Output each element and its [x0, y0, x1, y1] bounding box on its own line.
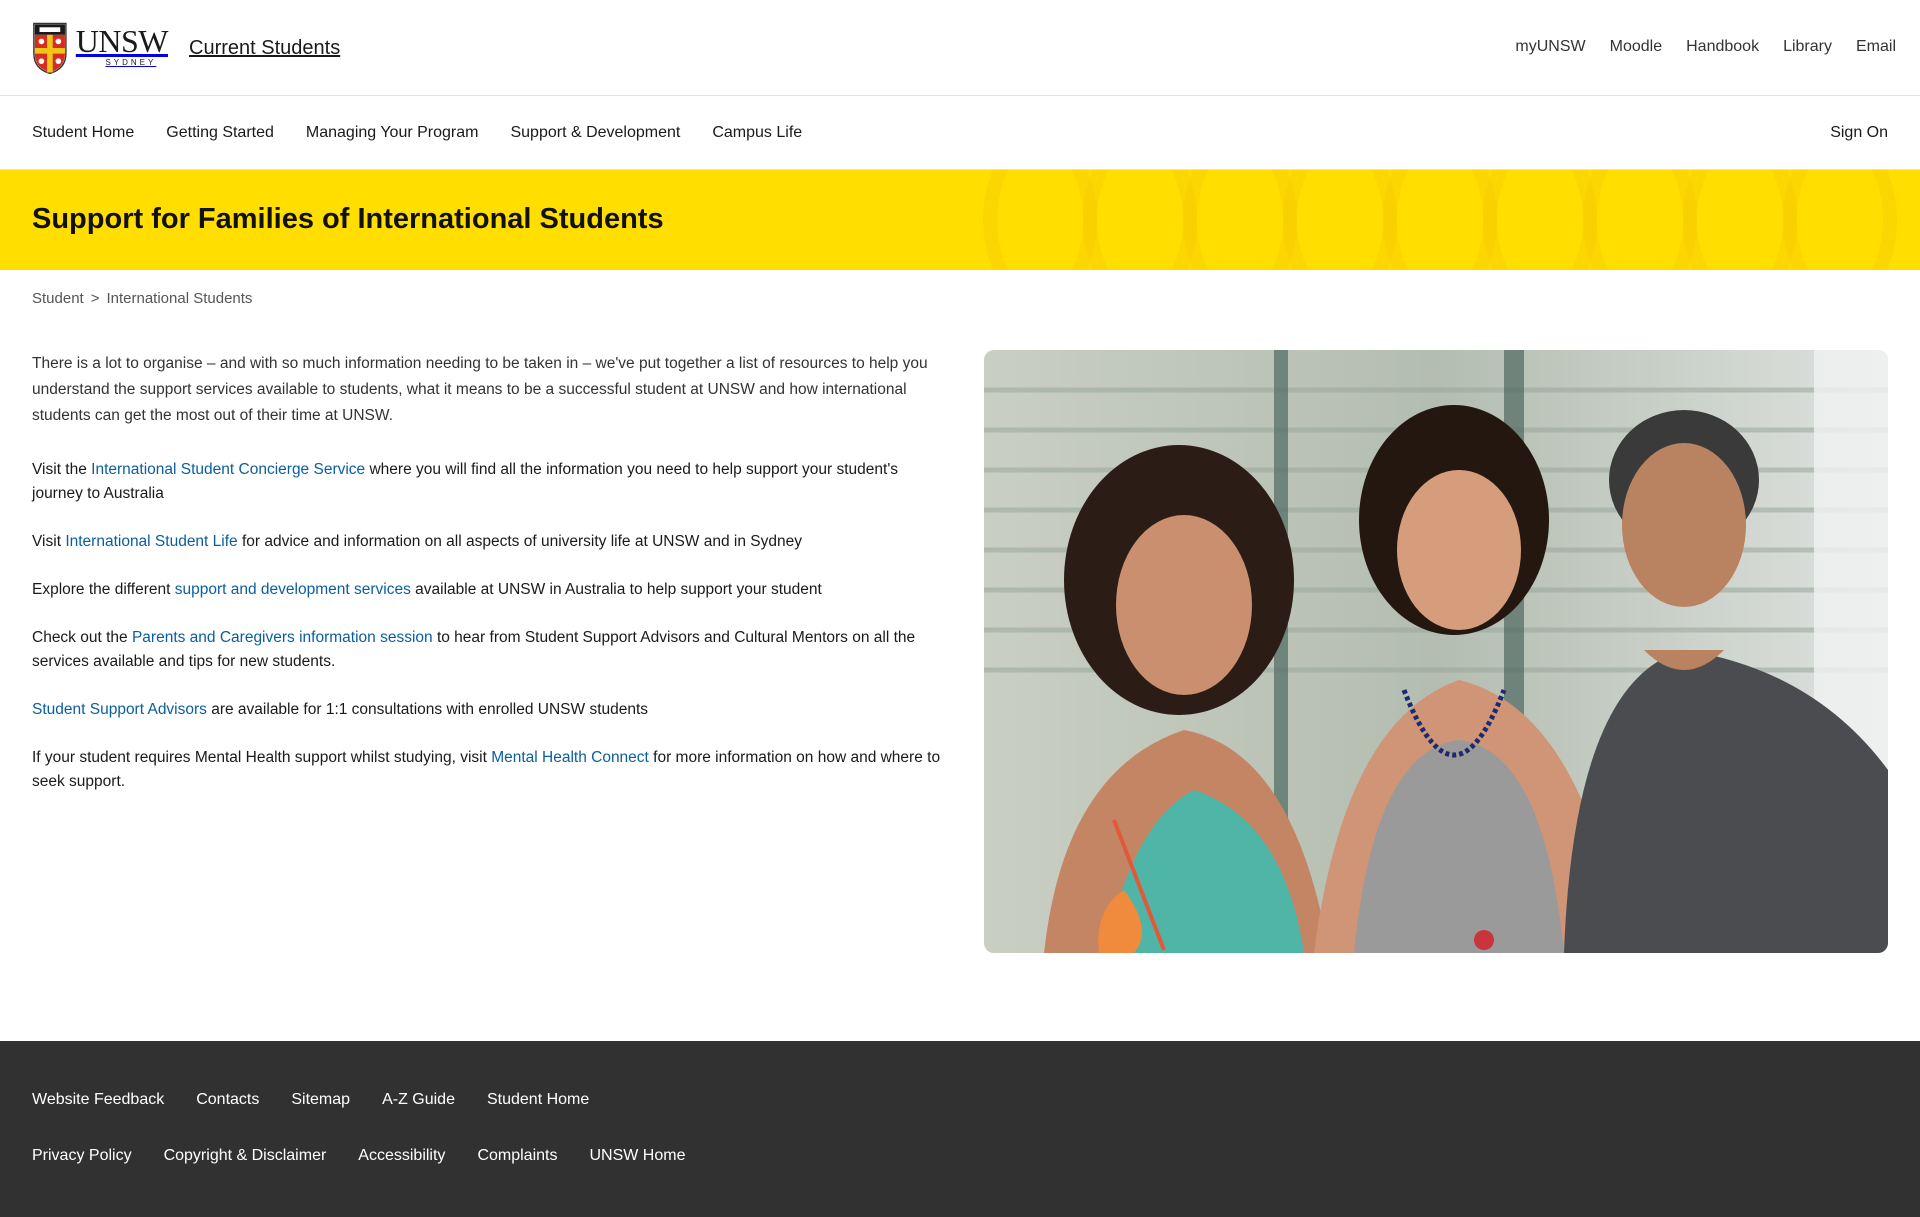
unsw-wordmark: UNSW SYDNEY: [75, 23, 169, 67]
paragraph-support-advisors: Student Support Advisors are available f…: [32, 698, 942, 722]
nav-item-campus-life[interactable]: Campus Life: [712, 124, 802, 142]
logo-subtext: SYDNEY: [105, 58, 157, 67]
paragraph-text: Check out the: [32, 629, 132, 646]
footer-link-sitemap[interactable]: Sitemap: [291, 1091, 350, 1109]
utility-link-myunsw[interactable]: myUNSW: [1515, 38, 1585, 56]
utility-link-handbook[interactable]: Handbook: [1686, 38, 1759, 56]
footer-link-contacts[interactable]: Contacts: [196, 1091, 259, 1109]
link-international-student-concierge-service[interactable]: International Student Concierge Service: [91, 461, 365, 478]
footer-links-primary: Website Feedback Contacts Sitemap A-Z Gu…: [32, 1091, 589, 1109]
link-parents-caregivers-info-session[interactable]: Parents and Caregivers information sessi…: [132, 629, 433, 646]
nav-item-support-development[interactable]: Support & Development: [510, 124, 680, 142]
site-title[interactable]: Current Students: [189, 37, 340, 60]
unsw-logo[interactable]: UNSW SYDNEY: [32, 20, 169, 78]
sign-on-link[interactable]: Sign On: [1830, 124, 1888, 142]
paragraph-concierge: Visit the International Student Concierg…: [32, 458, 942, 506]
footer-link-complaints[interactable]: Complaints: [477, 1147, 557, 1165]
family-photo: [984, 350, 1888, 953]
site-footer: Website Feedback Contacts Sitemap A-Z Gu…: [0, 1041, 1920, 1217]
breadcrumb-item-international-students[interactable]: International Students: [106, 290, 252, 307]
paragraph-mental-health: If your student requires Mental Health s…: [32, 746, 942, 794]
paragraph-student-life: Visit International Student Life for adv…: [32, 530, 942, 554]
nav-item-student-home[interactable]: Student Home: [32, 124, 134, 142]
paragraph-support-services: Explore the different support and develo…: [32, 578, 942, 602]
paragraph-text: Explore the different: [32, 581, 175, 598]
paragraph-info-session: Check out the Parents and Caregivers inf…: [32, 626, 942, 674]
footer-link-accessibility[interactable]: Accessibility: [358, 1147, 445, 1165]
nav-item-managing-your-program[interactable]: Managing Your Program: [306, 124, 479, 142]
footer-link-student-home[interactable]: Student Home: [487, 1091, 589, 1109]
footer-links-secondary: Privacy Policy Copyright & Disclaimer Ac…: [32, 1147, 685, 1165]
footer-link-unsw-home[interactable]: UNSW Home: [589, 1147, 685, 1165]
paragraph-text: are available for 1:1 consultations with…: [206, 701, 649, 718]
breadcrumb-item-student[interactable]: Student: [32, 290, 84, 307]
page-title: Support for Families of International St…: [32, 203, 664, 235]
utility-nav: myUNSW Moodle Handbook Library Email: [1515, 38, 1896, 56]
utility-link-moodle[interactable]: Moodle: [1610, 38, 1662, 56]
utility-link-library[interactable]: Library: [1783, 38, 1832, 56]
link-international-student-life[interactable]: International Student Life: [65, 533, 237, 550]
breadcrumb: Student > International Students: [32, 290, 252, 307]
link-mental-health-connect[interactable]: Mental Health Connect: [491, 749, 649, 766]
unsw-crest-icon: [33, 22, 67, 75]
footer-link-copyright-disclaimer[interactable]: Copyright & Disclaimer: [164, 1147, 327, 1165]
paragraph-text: If your student requires Mental Health s…: [32, 749, 492, 766]
footer-link-privacy-policy[interactable]: Privacy Policy: [32, 1147, 132, 1165]
footer-link-website-feedback[interactable]: Website Feedback: [32, 1091, 164, 1109]
page-banner: Support for Families of International St…: [0, 170, 1920, 270]
site-header: UNSW SYDNEY Current Students myUNSW Mood…: [0, 0, 1920, 96]
link-student-support-advisors[interactable]: Student Support Advisors: [32, 701, 207, 718]
nav-item-getting-started[interactable]: Getting Started: [166, 124, 274, 142]
main-nav: Student Home Getting Started Managing Yo…: [0, 97, 1920, 170]
link-support-and-development-services[interactable]: support and development services: [175, 581, 411, 598]
main-content: There is a lot to organise – and with so…: [32, 351, 942, 818]
main-nav-list: Student Home Getting Started Managing Yo…: [32, 124, 802, 142]
paragraph-text: Visit the: [32, 461, 92, 478]
family-photo-illustration: [984, 350, 1888, 953]
footer-link-az-guide[interactable]: A-Z Guide: [382, 1091, 455, 1109]
breadcrumb-separator: >: [90, 290, 100, 307]
paragraph-text: Visit: [32, 533, 66, 550]
paragraph-text: for advice and information on all aspect…: [237, 533, 802, 550]
logo-text: UNSW: [75, 23, 169, 59]
paragraph-text: available at UNSW in Australia to help s…: [410, 581, 822, 598]
intro-paragraph: There is a lot to organise – and with so…: [32, 355, 928, 424]
utility-link-email[interactable]: Email: [1856, 38, 1896, 56]
